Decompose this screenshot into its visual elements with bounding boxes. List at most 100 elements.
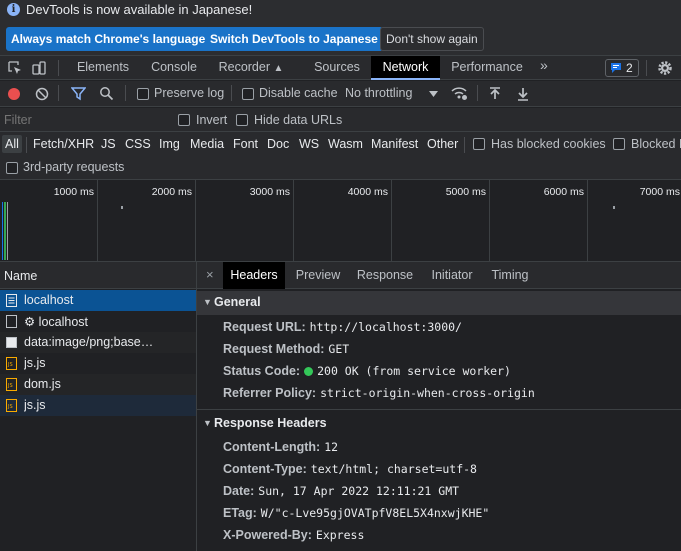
timeline-gridline [587, 180, 588, 262]
toolbar-divider [231, 85, 232, 101]
tab-headers[interactable]: Headers [223, 262, 285, 289]
tab-response[interactable]: Response [351, 262, 419, 289]
tab-console[interactable]: Console [142, 56, 206, 80]
header-row: Request URL: http://localhost:3000/ [223, 320, 462, 338]
close-icon[interactable]: × [206, 267, 214, 282]
device-toolbar-icon[interactable] [31, 60, 47, 76]
timeline-request-bar [121, 206, 123, 209]
script-icon: JS [6, 378, 17, 391]
invert-label: Invert [196, 113, 228, 127]
more-tabs-icon[interactable]: » [540, 57, 548, 73]
tab-recorder-label: Recorder [218, 60, 271, 74]
request-name: js.js [24, 398, 46, 412]
record-icon[interactable] [7, 87, 21, 101]
disable-cache-checkbox[interactable] [242, 88, 254, 100]
timeline-request-bar [4, 202, 6, 260]
tab-elements[interactable]: Elements [67, 56, 139, 80]
header-value: Express [315, 528, 365, 542]
timeline-tick: 7000 ms [639, 186, 680, 198]
header-row: ETag: W/"c-Lve95gjOVATpfV8EL5X4nxwjKHE" [223, 506, 489, 524]
type-filter-css[interactable]: CSS [122, 135, 154, 153]
header-key: Content-Type: [223, 462, 307, 476]
blocked-cookies-label: Has blocked cookies [491, 137, 606, 151]
header-row: Content-Type: text/html; charset=utf-8 [223, 462, 477, 480]
image-icon [6, 337, 17, 348]
network-conditions-icon[interactable] [451, 86, 468, 101]
type-filter-all[interactable]: All [2, 135, 22, 153]
request-row[interactable]: JS js.js [0, 395, 196, 416]
filter-input[interactable] [4, 112, 164, 128]
header-value: Sun, 17 Apr 2022 12:11:21 GMT [258, 484, 460, 498]
tab-sources[interactable]: Sources [304, 56, 370, 80]
request-row[interactable]: JS js.js [0, 353, 196, 374]
header-key: Date: [223, 484, 255, 498]
type-filter-js[interactable]: JS [98, 135, 119, 153]
import-har-icon[interactable] [489, 87, 501, 101]
search-icon[interactable] [99, 86, 114, 101]
toolbar-divider [58, 85, 59, 101]
type-filter-font[interactable]: Font [230, 135, 261, 153]
type-filter-ws[interactable]: WS [296, 135, 322, 153]
timeline-tick: 2000 ms [151, 186, 192, 198]
issues-badge[interactable]: 2 [605, 59, 639, 77]
header-value: 12 [324, 440, 339, 454]
chevron-down-icon [429, 91, 438, 97]
tab-network[interactable]: Network [371, 56, 440, 80]
type-filter-media[interactable]: Media [187, 135, 227, 153]
export-har-icon[interactable] [517, 87, 529, 101]
triangle-down-icon: ▼ [203, 418, 212, 428]
header-row: X-Powered-By: Express [223, 528, 364, 546]
gear-icon[interactable] [657, 60, 673, 76]
third-party-checkbox[interactable] [6, 162, 18, 174]
type-filter-wasm[interactable]: Wasm [325, 135, 366, 153]
filter-icon[interactable] [71, 86, 86, 101]
toolbar-divider [58, 60, 59, 76]
toolbar-divider [477, 85, 478, 101]
type-filter-fetch-xhr[interactable]: Fetch/XHR [30, 135, 97, 153]
timeline-request-bar [2, 202, 3, 260]
request-row[interactable]: localhost [0, 290, 196, 311]
tab-initiator[interactable]: Initiator [422, 262, 482, 289]
response-headers-section-header[interactable]: ▼ Response Headers [197, 412, 681, 436]
header-value: http://localhost:3000/ [309, 320, 462, 334]
triangle-down-icon: ▼ [203, 297, 212, 307]
tab-timing[interactable]: Timing [484, 262, 536, 289]
dont-show-again-button[interactable]: Don't show again [380, 27, 484, 51]
blocked-cookies-checkbox[interactable] [473, 138, 485, 150]
type-filter-other[interactable]: Other [424, 135, 461, 153]
invert-checkbox[interactable] [178, 114, 190, 126]
name-column-header[interactable]: Name [0, 262, 196, 289]
timeline-overview[interactable]: 1000 ms 2000 ms 3000 ms 4000 ms 5000 ms … [0, 180, 681, 262]
header-key: Request Method: [223, 342, 325, 356]
response-headers-title: Response Headers [214, 416, 327, 430]
request-name: dom.js [24, 377, 61, 391]
tab-performance[interactable]: Performance [444, 56, 530, 80]
tab-recorder[interactable]: Recorder ▲ [210, 56, 292, 80]
switch-japanese-button[interactable]: Switch DevTools to Japanese [205, 27, 383, 51]
inspect-element-icon[interactable] [7, 60, 23, 76]
match-language-button[interactable]: Always match Chrome's language [6, 27, 211, 51]
header-key: ETag: [223, 506, 257, 520]
issues-count: 2 [626, 61, 633, 75]
hide-data-urls-checkbox[interactable] [236, 114, 248, 126]
type-filter-img[interactable]: Img [156, 135, 183, 153]
clear-icon[interactable] [35, 87, 49, 101]
flask-icon: ▲ [273, 63, 284, 74]
type-filter-doc[interactable]: Doc [264, 135, 292, 153]
request-row[interactable]: data:image/png;base… [0, 332, 196, 353]
script-icon: JS [6, 399, 17, 412]
tab-preview[interactable]: Preview [288, 262, 348, 289]
type-filter-manifest[interactable]: Manifest [368, 135, 421, 153]
request-row[interactable]: JS dom.js [0, 374, 196, 395]
general-section-header[interactable]: ▼ General [197, 291, 681, 315]
throttling-select[interactable]: No throttling [345, 86, 440, 102]
preserve-log-checkbox[interactable] [137, 88, 149, 100]
status-ok-icon [304, 367, 314, 376]
request-row[interactable]: ⚙ localhost [0, 311, 196, 332]
blocked-requests-checkbox[interactable] [613, 138, 625, 150]
resource-type-filters: All Fetch/XHR JS CSS Img Media Font Doc … [0, 132, 681, 155]
timeline-gridline [97, 180, 98, 262]
timeline-gridline [293, 180, 294, 262]
name-column-label: Name [4, 269, 38, 283]
network-toolbar: Preserve log Disable cache No throttling [0, 81, 681, 107]
